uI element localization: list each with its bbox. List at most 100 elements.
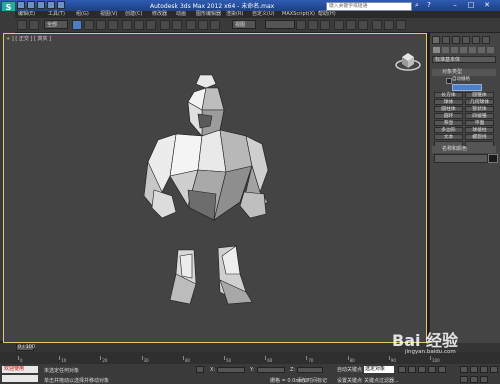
maximize-button[interactable]: □ (466, 1, 476, 9)
play-icon[interactable] (418, 366, 426, 373)
menu-item-create[interactable]: 创建(C) (125, 11, 142, 18)
zoom-extents-icon[interactable] (480, 366, 488, 373)
torus-button[interactable]: 圆环 (434, 113, 463, 119)
previous-frame-icon[interactable] (408, 366, 416, 373)
menu-item-customize[interactable]: 自定义(U) (252, 11, 275, 18)
zoom-icon[interactable] (460, 366, 468, 373)
space-warps-icon[interactable] (478, 47, 485, 53)
render-setup-icon[interactable] (372, 20, 382, 30)
sphere-button[interactable]: 球体 (434, 99, 463, 105)
next-frame-icon[interactable] (428, 366, 436, 373)
minimize-button[interactable]: – (450, 1, 460, 9)
cameras-icon[interactable] (460, 47, 467, 53)
goto-start-icon[interactable] (398, 366, 406, 373)
select-by-name-icon[interactable] (84, 20, 94, 30)
helix-button[interactable]: 螺旋线 (465, 134, 494, 140)
window-crossing-icon[interactable] (108, 20, 118, 30)
search-input[interactable]: 键入关键字或短语 (326, 2, 412, 11)
pyramid-button[interactable]: 四棱锥 (465, 113, 494, 119)
render-production-icon[interactable] (396, 20, 406, 30)
autogrid-field[interactable] (452, 84, 482, 91)
helpers-icon[interactable] (469, 47, 476, 53)
geometry-icon[interactable] (433, 47, 440, 53)
hierarchy-tab-icon[interactable] (452, 36, 460, 44)
object-color-swatch[interactable] (488, 154, 498, 163)
menu-item-maxscript[interactable]: MAXScript(X) (282, 11, 315, 18)
utilities-tab-icon[interactable] (482, 36, 490, 44)
select-scale-icon[interactable] (146, 20, 156, 30)
viewport-label[interactable]: + ] [ 正交 ] [ 真实 ] (6, 35, 51, 42)
zoom-all-icon[interactable] (470, 366, 478, 373)
select-move-icon[interactable] (122, 20, 132, 30)
material-editor-icon[interactable] (358, 20, 368, 30)
viewcube-icon[interactable] (395, 48, 421, 72)
close-button[interactable]: ✕ (482, 1, 492, 9)
named-selection-set[interactable] (265, 20, 295, 29)
low-poly-character-model[interactable] (140, 70, 280, 310)
goto-end-icon[interactable] (438, 366, 446, 373)
maxscript-listener[interactable]: 欢迎使用 (2, 366, 38, 373)
menu-item-graph-editors[interactable]: 图形编辑器 (196, 11, 221, 18)
redo-icon[interactable] (57, 1, 65, 9)
menu-item-group[interactable]: 组(G) (76, 11, 89, 18)
maximize-viewport-icon[interactable] (480, 376, 488, 383)
curve-editor-icon[interactable] (334, 20, 344, 30)
selection-filter-dropdown[interactable]: 全部 (44, 20, 68, 29)
selection-set-dropdown[interactable]: 选定对象 (364, 366, 394, 373)
menu-item-animation[interactable]: 动画 (176, 11, 186, 18)
open-file-icon[interactable] (27, 1, 35, 9)
reference-coord-icon[interactable] (160, 20, 170, 30)
angle-snap-icon[interactable] (198, 20, 208, 30)
object-name-field[interactable] (434, 154, 488, 163)
orbit-icon[interactable] (470, 376, 478, 383)
z-coordinate-field[interactable] (297, 367, 323, 373)
maxscript-output[interactable] (2, 375, 38, 382)
select-object-icon[interactable] (72, 20, 82, 30)
shapes-icon[interactable] (442, 47, 449, 53)
undo-toolbar-icon[interactable] (17, 20, 27, 30)
new-file-icon[interactable] (17, 1, 25, 9)
cone-button[interactable]: 圆锥体 (465, 92, 494, 98)
cylinder-button[interactable]: 圆柱体 (434, 106, 463, 112)
snap-toggle-icon[interactable] (186, 20, 196, 30)
link-icon[interactable] (29, 20, 39, 30)
save-file-icon[interactable] (37, 1, 45, 9)
teapot-button[interactable]: 茶壶 (434, 120, 463, 126)
lock-selection-icon[interactable] (196, 366, 204, 373)
schematic-view-icon[interactable] (346, 20, 356, 30)
rendered-frame-icon[interactable] (384, 20, 394, 30)
y-coordinate-field[interactable] (257, 367, 285, 373)
auto-key-button[interactable]: 自动关键点 (337, 366, 362, 373)
menu-item-edit[interactable]: 编辑(E) (18, 11, 35, 18)
rect-selection-icon[interactable] (96, 20, 106, 30)
menu-item-rendering[interactable]: 渲染(R) (226, 11, 243, 18)
pivot-center-icon[interactable] (172, 20, 182, 30)
prism-button[interactable]: 球棱柱 (465, 127, 494, 133)
select-rotate-icon[interactable] (134, 20, 144, 30)
geosphere-button[interactable]: 几何球体 (465, 99, 494, 105)
menu-item-help[interactable]: 帮助(H) (318, 11, 336, 18)
add-time-tag[interactable]: 添加时间标记 (297, 377, 327, 384)
name-color-rollout[interactable]: 名称和颜色 (432, 146, 496, 153)
object-category-dropdown[interactable]: 标准基本体 (432, 56, 496, 63)
x-coordinate-field[interactable] (217, 367, 245, 373)
display-tab-icon[interactable] (472, 36, 480, 44)
percent-snap-icon[interactable] (210, 20, 220, 30)
menu-item-views[interactable]: 视图(V) (100, 11, 117, 18)
motion-tab-icon[interactable] (462, 36, 470, 44)
object-type-rollout[interactable]: 对象类型 (432, 69, 496, 76)
pan-icon[interactable] (490, 366, 498, 373)
lights-icon[interactable] (451, 47, 458, 53)
reference-coordinate-dropdown[interactable]: 视图 (232, 20, 256, 29)
layer-manager-icon[interactable] (320, 20, 330, 30)
systems-icon[interactable] (487, 47, 494, 53)
modify-tab-icon[interactable] (442, 36, 450, 44)
mirror-icon[interactable] (296, 20, 306, 30)
text-button[interactable]: 文本 (434, 134, 463, 140)
undo-icon[interactable] (47, 1, 55, 9)
fov-icon[interactable] (460, 376, 468, 383)
set-key-button[interactable]: 设置关键点 (337, 377, 362, 384)
create-tab-icon[interactable] (432, 36, 440, 44)
align-icon[interactable] (308, 20, 318, 30)
key-filters-button[interactable]: 关键点过滤器... (364, 377, 399, 384)
